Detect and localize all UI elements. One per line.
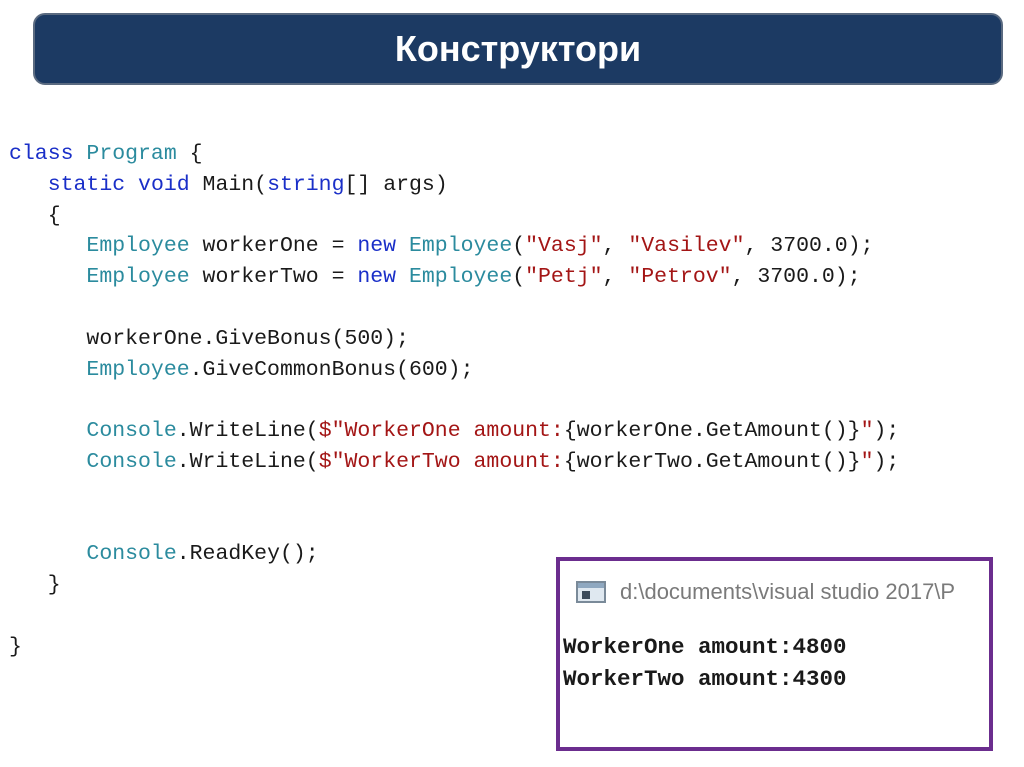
code-token: ( xyxy=(512,265,526,290)
console-window-icon xyxy=(576,581,606,603)
code-token: void xyxy=(138,172,190,197)
code-token: Console xyxy=(86,419,177,444)
code-token: , xyxy=(602,265,629,290)
code-line: Console.WriteLine($"WorkerOne amount:{wo… xyxy=(9,416,899,447)
console-window: d:\documents\visual studio 2017\P Worker… xyxy=(556,557,993,751)
code-token: { xyxy=(176,142,203,166)
console-output: WorkerOne amount:4800 WorkerTwo amount:4… xyxy=(563,631,847,695)
code-token: ( xyxy=(512,234,526,259)
code-token: " xyxy=(860,419,874,444)
code-line: workerOne.GiveBonus(500); xyxy=(9,324,899,355)
code-token: Main( xyxy=(189,172,268,197)
code-token: { xyxy=(9,203,61,228)
slide-title-bar: Конструктори xyxy=(33,13,1003,85)
code-token: Employee xyxy=(409,234,513,259)
slide-title: Конструктори xyxy=(394,28,642,69)
code-line: Employee.GiveCommonBonus(600); xyxy=(9,355,899,386)
code-token: workerOne.GiveBonus(500); xyxy=(9,326,409,351)
code-line: class Program { xyxy=(9,139,899,170)
code-token: ); xyxy=(873,449,900,474)
code-token: .WriteLine( xyxy=(176,449,319,474)
code-token: "Petrov" xyxy=(628,265,732,290)
code-token: string xyxy=(267,172,345,197)
code-token: ); xyxy=(873,419,900,444)
code-token: } xyxy=(9,634,22,659)
code-token: $"WorkerTwo amount: xyxy=(318,449,564,474)
code-token: new xyxy=(357,265,397,290)
console-titlebar: d:\documents\visual studio 2017\P xyxy=(560,561,989,623)
console-output-line: WorkerTwo amount:4300 xyxy=(563,666,847,692)
code-token: Employee xyxy=(86,234,190,259)
code-token: Employee xyxy=(86,265,190,290)
code-line: { xyxy=(9,201,899,232)
code-token: Console xyxy=(86,542,177,567)
code-token: class xyxy=(9,142,74,166)
code-token: new xyxy=(357,234,397,259)
code-token: Console xyxy=(86,449,177,474)
console-title: d:\documents\visual studio 2017\P xyxy=(620,579,956,604)
console-output-line: WorkerOne amount:4800 xyxy=(563,634,847,660)
code-token: "Petj" xyxy=(525,265,603,290)
code-token: $"WorkerOne amount: xyxy=(318,419,564,444)
code-token: .GiveCommonBonus(600); xyxy=(189,357,474,382)
code-line: Employee workerTwo = new Employee("Petj"… xyxy=(9,262,899,293)
code-line: Employee workerOne = new Employee("Vasj"… xyxy=(9,231,899,262)
code-token: "Vasj" xyxy=(525,234,603,259)
code-token: .WriteLine( xyxy=(176,419,319,444)
code-token: {workerTwo.GetAmount()} xyxy=(563,449,861,474)
code-token: , xyxy=(602,234,629,259)
code-token: Program xyxy=(86,142,177,166)
code-token: workerOne = xyxy=(189,234,358,259)
code-token: static xyxy=(47,172,126,197)
code-line: Console.WriteLine($"WorkerTwo amount:{wo… xyxy=(9,447,899,478)
code-token: " xyxy=(860,449,874,474)
code-token: Employee xyxy=(409,265,513,290)
code-token: {workerOne.GetAmount()} xyxy=(563,419,861,444)
code-line: static void Main(string[] args) xyxy=(9,170,899,201)
code-token: "Vasilev" xyxy=(628,234,745,259)
code-token: [] args) xyxy=(344,172,448,197)
code-token: , 3700.0); xyxy=(731,265,861,290)
code-token: workerTwo = xyxy=(189,265,358,290)
code-token: .ReadKey(); xyxy=(176,542,319,567)
code-token: , 3700.0); xyxy=(744,234,874,259)
code-token: Employee xyxy=(86,357,190,382)
code-token: } xyxy=(9,573,61,598)
